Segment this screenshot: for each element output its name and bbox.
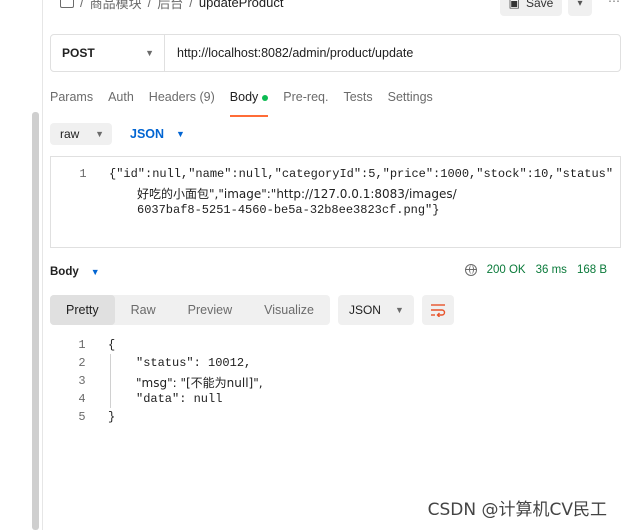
breadcrumb-item-module[interactable]: 商品模块 xyxy=(90,0,142,12)
wrap-lines-button[interactable] xyxy=(421,295,454,325)
collection-icon xyxy=(60,0,74,8)
chevron-down-icon: ▼ xyxy=(176,129,185,139)
tab-visualize[interactable]: Visualize xyxy=(248,295,330,325)
response-body-viewer[interactable]: 1 { 2 "status": 10012, 3 "msg": "[不能为nul… xyxy=(50,336,621,436)
code-line: 6037baf8-5251-4560-be5a-32b8ee3823cf.png… xyxy=(137,203,440,217)
response-body-select[interactable]: Body ▼ xyxy=(50,266,100,278)
tab-pretty[interactable]: Pretty xyxy=(50,295,115,325)
indent-guide xyxy=(110,354,111,408)
response-toolbar: Pretty Raw Preview Visualize JSON ▼ xyxy=(50,295,454,325)
sidebar-scrollbar[interactable] xyxy=(32,112,39,530)
breadcrumb-item-admin[interactable]: 后台 xyxy=(157,0,183,12)
breadcrumb-separator: / xyxy=(80,0,84,10)
tab-raw[interactable]: Raw xyxy=(115,295,172,325)
request-body-editor[interactable]: 1 {"id":null,"name":null,"categoryId":5,… xyxy=(50,156,621,248)
code-line: "msg": "[不能为null]", xyxy=(136,376,263,390)
chevron-down-icon: ▼ xyxy=(95,129,104,139)
tab-params[interactable]: Params xyxy=(50,88,93,114)
tab-body-label: Body xyxy=(229,90,259,104)
body-options: raw ▼ JSON ▼ xyxy=(50,123,185,145)
line-number: 3 xyxy=(78,374,86,388)
tab-body[interactable]: Body xyxy=(229,88,269,117)
response-meta: 200 OK 36 ms 168 B xyxy=(464,264,607,276)
body-indicator-dot xyxy=(262,94,269,101)
code-line: } xyxy=(108,410,116,424)
code-line: 好吃的小面包","image":"http://127.0.0.1:8083/i… xyxy=(137,187,457,201)
line-number: 5 xyxy=(78,410,86,424)
chevron-down-icon: ▼ xyxy=(90,267,100,277)
save-button[interactable]: ▣ Save xyxy=(500,0,562,16)
response-time[interactable]: 36 ms xyxy=(536,264,567,276)
breadcrumb-current[interactable]: updateProduct xyxy=(199,0,284,10)
tab-preview[interactable]: Preview xyxy=(172,295,248,325)
tab-settings[interactable]: Settings xyxy=(388,88,433,114)
status-badge[interactable]: 200 OK xyxy=(487,264,526,276)
request-panel: / 商品模块 / 后台 / updateProduct ▣ Save ▾ ⋯ P… xyxy=(42,0,621,530)
response-format-select[interactable]: JSON ▼ xyxy=(337,295,414,325)
line-number: 4 xyxy=(78,392,86,406)
response-body-label: Body xyxy=(50,266,79,278)
body-mode-select[interactable]: raw ▼ xyxy=(50,123,112,145)
code-line: {"id":null,"name":null,"categoryId":5,"p… xyxy=(109,167,615,181)
chevron-down-icon: ▾ xyxy=(577,0,583,9)
url-bar: POST ▼ xyxy=(50,34,621,72)
code-line: { xyxy=(108,338,116,352)
save-dropdown-button[interactable]: ▾ xyxy=(568,0,592,16)
body-mode-label: raw xyxy=(60,127,80,141)
line-number: 1 xyxy=(78,338,86,352)
tab-auth[interactable]: Auth xyxy=(108,88,134,114)
body-format-label: JSON xyxy=(130,127,165,141)
globe-icon[interactable] xyxy=(464,264,477,276)
method-label: POST xyxy=(62,46,95,60)
body-format-select[interactable]: JSON ▼ xyxy=(124,127,185,141)
tab-pre-request[interactable]: Pre-req. xyxy=(283,88,328,114)
response-format-label: JSON xyxy=(348,303,381,317)
method-select[interactable]: POST ▼ xyxy=(51,35,165,71)
response-view-tabs: Pretty Raw Preview Visualize xyxy=(50,295,330,325)
breadcrumb-separator: / xyxy=(189,0,193,10)
line-number: 2 xyxy=(78,356,86,370)
chevron-down-icon: ▼ xyxy=(395,305,404,315)
save-label: Save xyxy=(525,0,554,10)
url-input[interactable] xyxy=(165,45,620,61)
request-tabs: Params Auth Headers (9) Body Pre-req. Te… xyxy=(50,88,448,117)
code-line: "status": 10012, xyxy=(136,356,252,370)
chevron-down-icon: ▼ xyxy=(145,48,154,58)
response-header: Body ▼ 200 OK 36 ms 168 B xyxy=(50,262,621,282)
more-icon[interactable]: ⋯ xyxy=(608,0,620,8)
watermark: CSDN @计算机CV民工 xyxy=(427,500,607,520)
code-line: "data": null xyxy=(136,392,223,406)
left-sidebar xyxy=(0,0,43,530)
tab-headers[interactable]: Headers (9) xyxy=(149,88,215,114)
breadcrumb-separator: / xyxy=(147,0,152,10)
tab-tests[interactable]: Tests xyxy=(343,88,372,114)
breadcrumb: / 商品模块 / 后台 / updateProduct xyxy=(60,0,284,12)
response-size[interactable]: 168 B xyxy=(577,264,607,276)
wrap-lines-icon xyxy=(430,304,446,317)
save-icon: ▣ xyxy=(508,0,520,10)
line-number: 1 xyxy=(79,167,87,181)
